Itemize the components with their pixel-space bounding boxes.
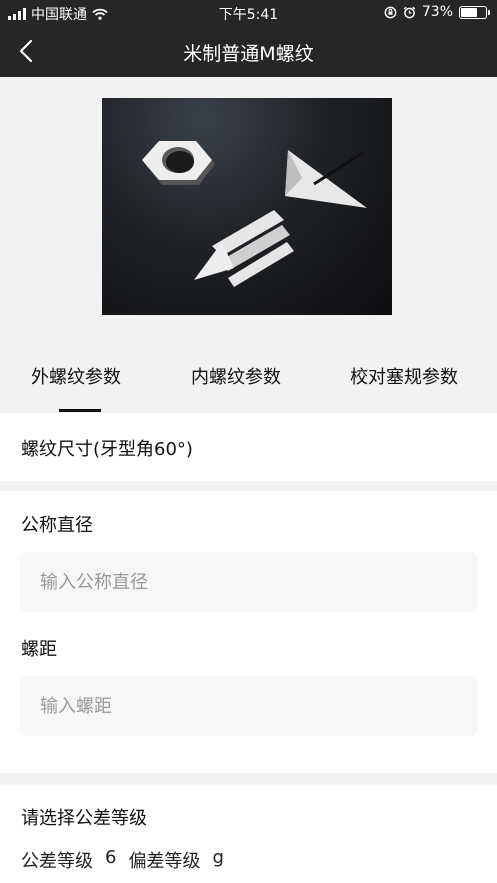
active-tab-indicator <box>59 409 101 412</box>
tolerance-title: 请选择公差等级 <box>21 808 147 829</box>
tab-bar: 外螺纹参数 内螺纹参数 校对塞规参数 <box>0 337 497 412</box>
hero-image <box>102 98 392 315</box>
screw-icon <box>194 150 367 287</box>
grade-label: 公差等级 <box>21 851 93 872</box>
tolerance-selector[interactable]: 公差等级 6 偏差等级 g <box>21 847 224 873</box>
diameter-input[interactable] <box>20 552 477 612</box>
tolerance-section: 请选择公差等级 公差等级 6 偏差等级 g <box>0 785 497 883</box>
alarm-icon <box>403 6 416 18</box>
orientation-lock-icon <box>384 6 397 18</box>
pitch-label: 螺距 <box>21 639 57 660</box>
deviation-value[interactable]: g <box>212 847 223 873</box>
diameter-label: 公称直径 <box>21 515 93 536</box>
tab-internal-thread[interactable]: 内螺纹参数 <box>191 363 281 389</box>
input-section: 公称直径 螺距 <box>0 491 497 773</box>
battery-icon <box>459 5 490 19</box>
deviation-label: 偏差等级 <box>128 851 201 872</box>
nut-and-screw-illustration <box>142 141 367 287</box>
tab-plug-gauge[interactable]: 校对塞规参数 <box>350 363 458 389</box>
battery-percent: 73% <box>421 4 453 20</box>
nav-bar: 米制普通M螺纹 <box>0 26 497 77</box>
tab-external-thread[interactable]: 外螺纹参数 <box>31 363 121 389</box>
thread-size-section: 螺纹尺寸(牙型角60°) <box>0 413 497 481</box>
grade-value[interactable]: 6 <box>105 847 116 873</box>
page-title: 米制普通M螺纹 <box>183 43 314 65</box>
status-bar: 中国联通 下午5:41 73% <box>0 0 497 26</box>
thread-size-title: 螺纹尺寸(牙型角60°) <box>21 439 193 460</box>
status-right: 73% <box>384 4 490 20</box>
pitch-input[interactable] <box>20 676 477 736</box>
hex-nut-icon <box>142 141 215 185</box>
